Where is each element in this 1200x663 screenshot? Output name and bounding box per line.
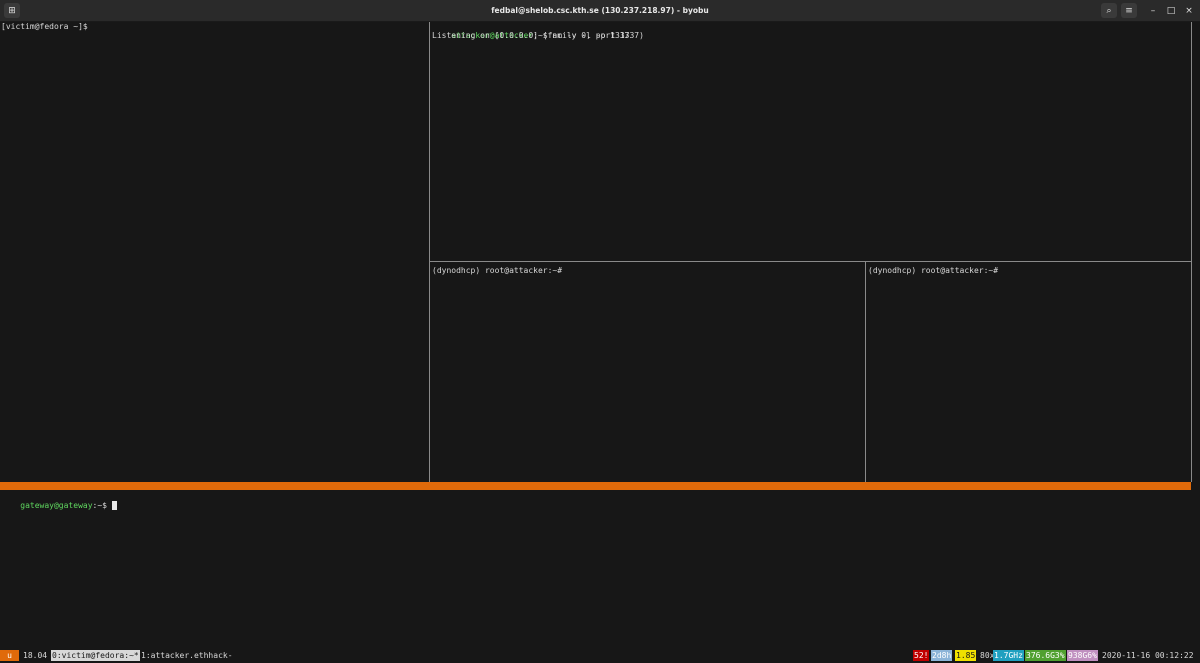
gateway-prompt-suffix: :~$ <box>92 501 112 510</box>
pane-divider-vertical-lower[interactable] <box>865 262 866 482</box>
minimize-icon[interactable]: – <box>1145 3 1161 18</box>
active-pane-divider <box>0 482 1191 490</box>
victim-prompt: [victim@fedora ~]$ <box>1 22 88 31</box>
dynodhcp-pane-left[interactable]: (dynodhcp) root@attacker:~# <box>432 266 863 480</box>
terminal-cursor <box>111 501 117 510</box>
load-average: 1.85 <box>955 650 977 661</box>
window-tab-attacker[interactable]: 1:attacker.ethhack- <box>140 650 234 661</box>
byobu-logo: u <box>0 650 19 661</box>
dynodhcp-prompt-left: (dynodhcp) root@attacker:~# <box>432 266 563 275</box>
search-icon[interactable]: ⌕ <box>1101 3 1117 18</box>
uptime: 2d8h <box>931 650 953 661</box>
maximize-icon[interactable]: □ <box>1163 3 1179 18</box>
window-title: fedbal@shelob.csc.kth.se (130.237.218.97… <box>491 6 709 15</box>
close-icon[interactable]: × <box>1181 3 1197 18</box>
pane-divider-horizontal[interactable] <box>430 261 1191 262</box>
nc-listening-output: Listening on [0.0.0.0] (family 0, port 1… <box>432 31 644 40</box>
cpu-frequency: 1.7GHz <box>993 650 1024 661</box>
window-tab-active[interactable]: 0:victim@fedora:~* <box>51 650 140 661</box>
byobu-status-bar: u 18.04 0:victim@fedora:~* 1:attacker.et… <box>0 650 1200 661</box>
gateway-prompt-user: gateway@gateway <box>20 501 93 510</box>
hamburger-menu-icon[interactable]: ≡ <box>1121 3 1137 18</box>
gateway-pane[interactable]: gateway@gateway:~$ <box>1 492 1191 648</box>
window-titlebar: ⊞ fedbal@shelob.csc.kth.se (130.237.218.… <box>0 0 1200 22</box>
attacker-nc-pane[interactable]: attacker@attacker:~$ nc -v -l -p 1337 Li… <box>432 22 1188 260</box>
pane-divider-vertical[interactable] <box>429 22 430 482</box>
memory-usage: 376.6G3% <box>1025 650 1066 661</box>
updates-available: 52! <box>913 650 930 661</box>
date-time: 2020-11-16 00:12:22 <box>1102 651 1194 660</box>
dynodhcp-pane-right[interactable]: (dynodhcp) root@attacker:~# <box>868 266 1188 480</box>
dynodhcp-prompt-right: (dynodhcp) root@attacker:~# <box>868 266 999 275</box>
os-version: 18.04 <box>23 651 48 660</box>
disk-usage: 938G6% <box>1067 650 1098 661</box>
pane-border-right <box>1191 22 1192 482</box>
victim-pane[interactable]: [victim@fedora ~]$ <box>1 22 428 482</box>
